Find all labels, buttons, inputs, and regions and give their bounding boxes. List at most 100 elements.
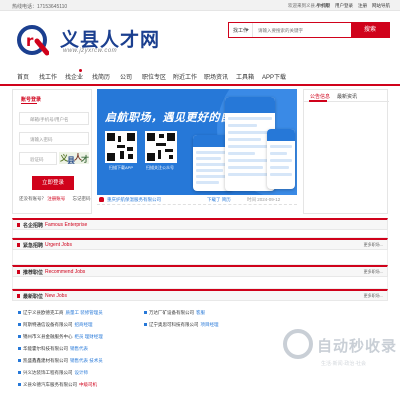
company-name[interactable]: 辽宁义县欧德克工商: [23, 310, 64, 315]
job-titles[interactable]: 销售代表: [70, 346, 88, 351]
section-subtitle: Urgent Jobs: [45, 242, 72, 248]
hotline-text: 热线电话：17153645110: [12, 4, 68, 10]
captcha-image[interactable]: 义 县 人 才: [59, 152, 89, 164]
watermark-subtitle: 生活·新闻·政治·社会: [321, 361, 366, 367]
list-item[interactable]: 兴义达装饰工程有限公司 设计师: [18, 370, 88, 380]
top-links: 手机版 用户登录 注册 网站导航: [317, 3, 391, 9]
login-title[interactable]: 账号登录: [21, 96, 41, 103]
no-account-text: 还没有账号？: [19, 196, 46, 201]
company-icon: [18, 347, 21, 351]
section-title: 名企招聘: [23, 223, 44, 229]
banner-slogan: 启航职场，遇见更好的自己: [105, 112, 243, 124]
nav-find-resume[interactable]: 找简历: [92, 72, 110, 81]
job-titles[interactable]: 柜员 理财经理: [75, 334, 103, 339]
job-titles[interactable]: 招商经理: [75, 322, 93, 327]
news-tabs: 公告信息 最新资讯: [304, 90, 389, 102]
more-link[interactable]: 更多职场...: [364, 269, 383, 275]
company-name[interactable]: 锦州市义县金融服务中心: [23, 334, 73, 339]
job-titles[interactable]: 销售代表 技术员: [70, 358, 103, 363]
watermark-title: 自动秒收录: [317, 338, 398, 355]
search-input[interactable]: [253, 23, 351, 37]
app-qr-code: [105, 131, 137, 163]
search-button[interactable]: 搜索: [351, 23, 389, 37]
tab-announcements[interactable]: 公告信息: [310, 93, 330, 100]
job-titles[interactable]: 项目经理: [201, 322, 219, 327]
job-titles[interactable]: 设计师: [75, 370, 89, 375]
login-links: 还没有账号？ 注册账号 忘记密码: [19, 196, 91, 202]
section-new-jobs: 最新职位 New Jobs 更多职场...: [12, 289, 388, 301]
watermark-overlay: 自动秒收录 生活·新闻·政治·社会: [281, 323, 399, 383]
company-name[interactable]: 华能霍尔科技有限公司: [23, 346, 68, 351]
section-subtitle: New Jobs: [45, 293, 67, 299]
list-item[interactable]: 万达厂矿设备有限公司 客服: [144, 310, 205, 320]
nav-toolbox[interactable]: 工具箱: [236, 72, 254, 81]
app-qr-label: 扫描下载APP: [109, 165, 134, 170]
list-item[interactable]: 华能霍尔科技有限公司 销售代表: [18, 346, 88, 356]
company-name[interactable]: 义县众德汽车服务有限公司: [23, 382, 77, 387]
forgot-password-link[interactable]: 忘记密码: [73, 196, 91, 201]
company-name[interactable]: 凯盛鑫鑫建材有限公司: [23, 358, 68, 363]
news-panel: 公告信息 最新资讯: [303, 89, 389, 214]
search-type-select[interactable]: 找工作: [229, 23, 253, 37]
nav-nearby-jobs[interactable]: 附近工作: [173, 72, 197, 81]
wechat-qr-code: [145, 131, 177, 163]
main-nav: 首页 找工作 找企业 找简历 公司 职位专区 附近工作 职场资讯 工具箱 APP…: [0, 67, 400, 86]
section-marker: [17, 294, 20, 298]
bell-icon: [99, 197, 104, 202]
ticker-time: 时间 2024-09-12: [247, 197, 281, 202]
ticker-company[interactable]: 重庆护航保温服务有限公司: [107, 197, 161, 203]
password-field[interactable]: 请输入密码: [19, 132, 89, 145]
site-nav-link[interactable]: 网站导航: [372, 3, 390, 9]
job-titles[interactable]: 中级司机: [79, 382, 97, 387]
more-link[interactable]: 更多职场...: [364, 293, 383, 299]
svg-text:r: r: [26, 32, 34, 50]
list-item[interactable]: 辽宁义县欧德克工商 质量工 装修管理员: [18, 310, 103, 320]
famous-enterprise-content: [12, 230, 388, 238]
section-title: 紧急招聘: [23, 243, 44, 249]
wechat-qr-label: 扫描关注公众号: [146, 165, 174, 170]
nav-find-company[interactable]: 找企业: [65, 72, 83, 81]
section-marker: [17, 243, 20, 247]
section-recommend-jobs: 推荐职位 Recommend Jobs 更多职场...: [12, 265, 388, 277]
app-download-banner[interactable]: 启航职场，遇见更好的自己 扫描下载APP 扫描关注公众号: [97, 89, 297, 195]
recommend-jobs-content: [12, 277, 388, 289]
nav-company[interactable]: 公司: [120, 72, 132, 81]
company-name[interactable]: 辽宁奥思可科技有限公司: [149, 322, 199, 327]
mobile-link[interactable]: 手机版: [317, 3, 331, 9]
nav-home[interactable]: 首页: [17, 72, 29, 81]
section-urgent-jobs: 紧急招聘 Urgent Jobs 更多职场...: [12, 238, 388, 250]
more-link[interactable]: 更多职场...: [364, 242, 383, 248]
nav-job-zone[interactable]: 职位专区: [142, 72, 166, 81]
list-item[interactable]: 义县众德汽车服务有限公司 中级司机: [18, 382, 97, 392]
nav-find-job[interactable]: 找工作: [39, 72, 57, 81]
job-titles[interactable]: 质量工 装修管理员: [66, 310, 103, 315]
company-name[interactable]: 阿斯特通信设备有限公司: [23, 322, 73, 327]
captcha-field[interactable]: 验证码: [19, 152, 57, 165]
login-button[interactable]: 立即登录: [32, 176, 74, 190]
list-item[interactable]: 锦州市义县金融服务中心 柜员 理财经理: [18, 334, 103, 344]
company-name[interactable]: 兴义达装饰工程有限公司: [23, 370, 73, 375]
search-bar: 找工作 搜索: [228, 22, 390, 38]
nav-app-download[interactable]: APP下载: [262, 72, 286, 81]
section-title: 最新职位: [23, 294, 44, 300]
list-item[interactable]: 阿斯特通信设备有限公司 招商经理: [18, 322, 93, 332]
register-link[interactable]: 注册: [358, 3, 367, 9]
company-icon: [144, 311, 147, 315]
username-field[interactable]: 邮箱/手机号/用户名: [19, 112, 89, 125]
list-item[interactable]: 凯盛鑫鑫建材有限公司 销售代表 技术员: [18, 358, 103, 368]
register-account-link[interactable]: 注册账号: [47, 196, 65, 201]
company-icon: [18, 383, 21, 387]
logo-icon[interactable]: r: [15, 23, 49, 57]
nav-career-news[interactable]: 职场资讯: [204, 72, 228, 81]
tab-latest-news[interactable]: 最新资讯: [337, 93, 357, 100]
ticker-action[interactable]: 下载了 简历: [207, 197, 231, 203]
company-name[interactable]: 万达厂矿设备有限公司: [149, 310, 194, 315]
company-icon: [18, 359, 21, 363]
login-link[interactable]: 用户登录: [335, 3, 353, 9]
login-title-underline: [21, 103, 37, 104]
company-icon: [18, 371, 21, 375]
job-titles[interactable]: 客服: [196, 310, 205, 315]
list-item[interactable]: 辽宁奥思可科技有限公司 项目经理: [144, 322, 219, 332]
phone-mockup-right: [267, 129, 295, 189]
section-marker: [17, 270, 20, 274]
